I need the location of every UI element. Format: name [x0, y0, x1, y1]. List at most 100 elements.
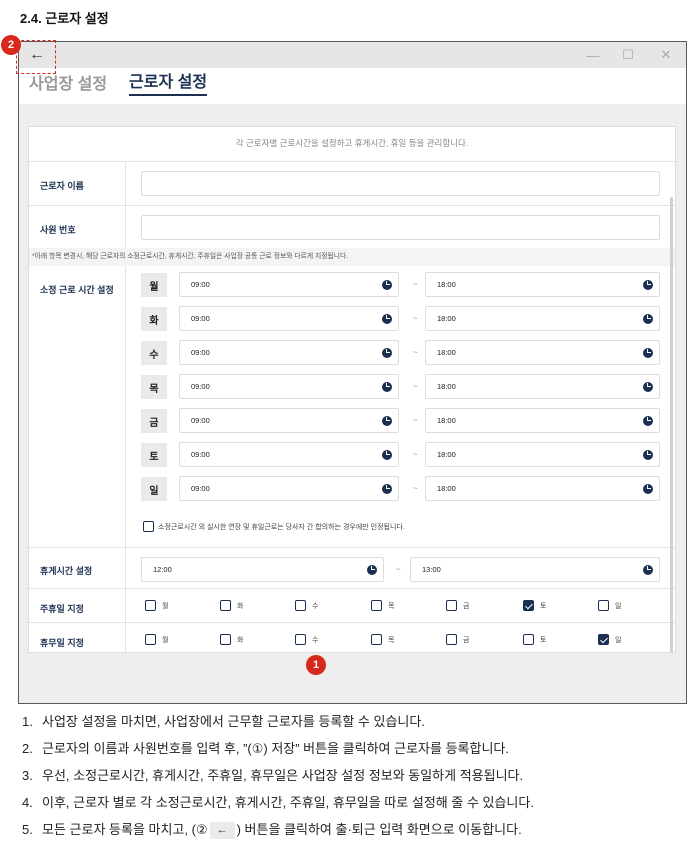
clock-icon [643, 449, 653, 460]
clock-icon [643, 347, 653, 358]
unpaid-holiday-checkbox[interactable] [598, 634, 609, 645]
weekly-holiday-day-label: 목 [388, 602, 395, 610]
day-label: 화 [141, 307, 167, 331]
day-label: 월 [141, 273, 167, 297]
unpaid-holiday-checkbox[interactable] [295, 634, 306, 645]
maximize-icon[interactable]: ☐ [618, 45, 638, 65]
clock-icon [643, 313, 653, 324]
unpaid-holiday-checkbox[interactable] [220, 634, 231, 645]
range-separator: ~ [413, 484, 418, 493]
weekly-holiday-checkbox[interactable] [446, 600, 457, 611]
end-time-picker-value: 18:00 [437, 450, 456, 459]
end-time-picker[interactable]: 18:00 [425, 374, 660, 399]
end-time-picker-value: 18:00 [437, 484, 456, 493]
weekly-holiday-checkbox[interactable] [220, 600, 231, 611]
clock-icon [382, 313, 392, 324]
end-time-picker[interactable]: 18:00 [425, 408, 660, 433]
clock-icon [382, 381, 392, 392]
start-time-picker-value: 09:00 [191, 280, 210, 289]
break-end-value: 13:00 [422, 565, 441, 574]
start-time-picker-value: 09:00 [191, 314, 210, 323]
clock-icon [643, 483, 653, 494]
break-start-picker[interactable]: 12:00 [141, 557, 384, 582]
start-time-picker[interactable]: 09:00 [179, 272, 399, 297]
back-button-highlight [16, 40, 56, 74]
unpaid-holiday-day-label: 토 [540, 636, 547, 644]
break-end-picker[interactable]: 13:00 [410, 557, 660, 582]
end-time-picker[interactable]: 18:00 [425, 442, 660, 467]
weekly-holiday-checkbox[interactable] [598, 600, 609, 611]
unpaid-holiday-checkbox[interactable] [371, 634, 382, 645]
divider [125, 547, 126, 652]
scrollbar[interactable] [670, 197, 673, 652]
marker-2: 2 [1, 35, 21, 55]
weekly-holiday-checkbox[interactable] [523, 600, 534, 611]
day-label: 토 [141, 443, 167, 467]
unpaid-holiday-checkbox[interactable] [145, 634, 156, 645]
close-icon[interactable]: ✕ [656, 45, 676, 65]
instruction-item: 1. 사업장 설정을 마치면, 사업장에서 근무할 근로자를 등록할 수 있습니다… [22, 714, 425, 729]
name-input[interactable] [141, 171, 660, 196]
unpaid-holiday-option: 수 [295, 634, 318, 645]
day-label: 금 [141, 409, 167, 433]
unpaid-holiday-day-label: 수 [312, 636, 319, 644]
unpaid-holiday-day-label: 목 [388, 636, 395, 644]
work-hours-label: 소정 근로 시간 설정 [40, 285, 114, 295]
end-time-picker-value: 18:00 [437, 416, 456, 425]
day-label: 일 [141, 477, 167, 501]
overtime-consent-row: 소정근로시간 외 실시한 연장 및 휴일근로는 당사자 간 합의하는 경우에만 … [143, 521, 405, 532]
weekly-holiday-checkbox[interactable] [371, 600, 382, 611]
clock-icon [382, 279, 392, 290]
start-time-picker[interactable]: 09:00 [179, 408, 399, 433]
weekly-holiday-day-label: 금 [463, 602, 470, 610]
main-area: 각 근로자별 근로시간을 설정하고 휴게시간, 휴일 등을 관리합니다. 근로자… [19, 104, 686, 703]
start-time-picker[interactable]: 09:00 [179, 306, 399, 331]
weekly-holiday-day-label: 수 [312, 602, 319, 610]
end-time-picker[interactable]: 18:00 [425, 272, 660, 297]
clock-icon [643, 564, 653, 575]
unpaid-holiday-day-label: 일 [615, 636, 622, 644]
end-time-picker[interactable]: 18:00 [425, 476, 660, 501]
start-time-picker[interactable]: 09:00 [179, 374, 399, 399]
app-window: ← — ☐ ✕ 사업장 설정 근로자 설정 각 근로자별 근로시간을 설정하고 … [18, 41, 687, 704]
break-label: 휴게시간 설정 [40, 566, 93, 576]
unpaid-holiday-option: 월 [145, 634, 168, 645]
day-label: 목 [141, 375, 167, 399]
clock-icon [382, 415, 392, 426]
weekly-holiday-checkbox[interactable] [295, 600, 306, 611]
weekly-holiday-option: 수 [295, 600, 318, 611]
employee-no-input[interactable] [141, 215, 660, 240]
range-separator: ~ [413, 416, 418, 425]
instruction-item: 4. 이후, 근로자 별로 각 소정근로시간, 휴게시간, 주휴일, 휴무일을 따… [22, 795, 534, 810]
end-time-picker-value: 18:00 [437, 280, 456, 289]
clock-icon [643, 279, 653, 290]
end-time-picker[interactable]: 18:00 [425, 340, 660, 365]
tab-worker-settings[interactable]: 근로자 설정 [129, 68, 208, 96]
start-time-picker-value: 09:00 [191, 450, 210, 459]
weekly-holiday-checkbox[interactable] [145, 600, 156, 611]
minimize-icon[interactable]: — [583, 45, 603, 65]
unpaid-holiday-option: 화 [220, 634, 243, 645]
unpaid-holiday-day-label: 금 [463, 636, 470, 644]
marker-1: 1 [306, 655, 326, 675]
start-time-picker-value: 09:00 [191, 348, 210, 357]
start-time-picker[interactable]: 09:00 [179, 442, 399, 467]
unpaid-holiday-option: 토 [523, 634, 546, 645]
start-time-picker[interactable]: 09:00 [179, 340, 399, 365]
divider [29, 622, 675, 623]
unpaid-holiday-checkbox[interactable] [446, 634, 457, 645]
break-start-value: 12:00 [153, 565, 172, 574]
worker-form: 각 근로자별 근로시간을 설정하고 휴게시간, 휴일 등을 관리합니다. 근로자… [28, 126, 676, 653]
overtime-consent-checkbox[interactable] [143, 521, 154, 532]
section-title: 2.4. 근로자 설정 [20, 11, 109, 26]
divider [29, 205, 675, 206]
end-time-picker[interactable]: 18:00 [425, 306, 660, 331]
weekly-holiday-day-label: 일 [615, 602, 622, 610]
notice-text: *아래 항목 변경시, 해당 근로자의 소정근로시간, 휴게시간, 주휴일은 사… [29, 248, 675, 266]
start-time-picker[interactable]: 09:00 [179, 476, 399, 501]
end-time-picker-value: 18:00 [437, 382, 456, 391]
unpaid-holiday-checkbox[interactable] [523, 634, 534, 645]
unpaid-holiday-day-label: 화 [237, 636, 244, 644]
weekly-holiday-option: 월 [145, 600, 168, 611]
divider [29, 588, 675, 589]
